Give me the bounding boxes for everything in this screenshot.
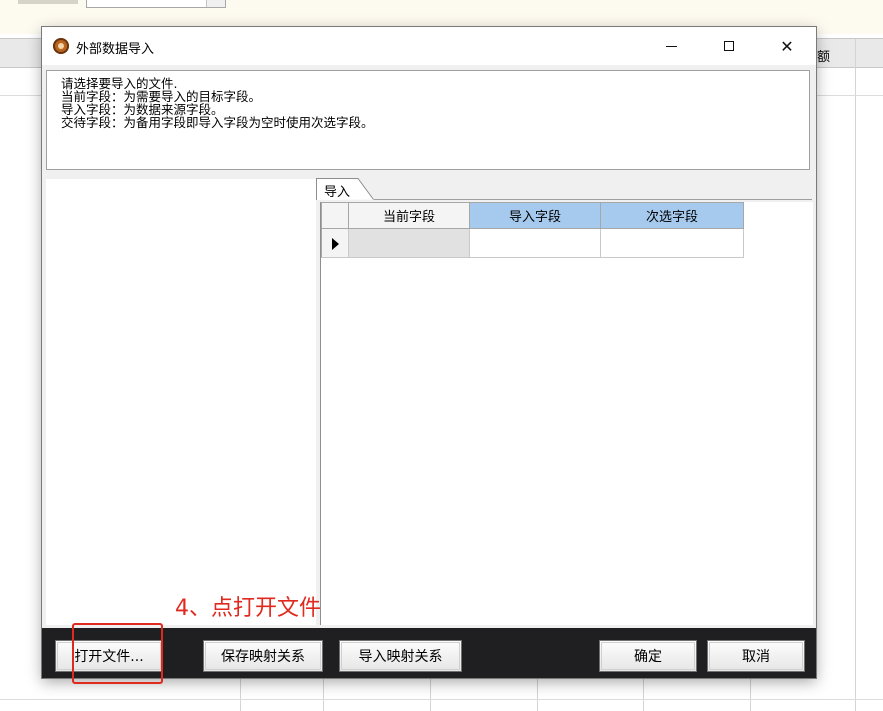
maximize-icon [724, 41, 734, 51]
column-header-current-field[interactable]: 当前字段 [349, 202, 470, 229]
import-mapping-button[interactable]: 导入映射关系 [339, 640, 462, 672]
minimize-button[interactable] [642, 27, 700, 65]
tab-divider [374, 199, 812, 200]
table-row[interactable] [321, 229, 744, 258]
grid-corner-cell [321, 202, 349, 229]
background-column-header: 额 [817, 50, 831, 65]
annotation-label: 4、点打开文件 [175, 596, 321, 621]
cancel-button[interactable]: 取消 [707, 640, 805, 672]
tab-import[interactable]: 导入 [316, 178, 374, 200]
cell-alternate-field[interactable] [601, 229, 744, 258]
instructions-panel: 请选择要导入的文件. 当前字段：为需要导入的目标字段。 导入字段：为数据来源字段… [46, 70, 810, 170]
grid-header-row: 当前字段 导入字段 次选字段 [321, 202, 744, 229]
column-header-alternate-field[interactable]: 次选字段 [601, 202, 744, 229]
instruction-line: 交待字段：为备用字段即导入字段为空时使用次选字段。 [61, 115, 374, 130]
annotation-highlight-box [72, 623, 163, 684]
background-filter-label [18, 0, 78, 4]
save-mapping-button[interactable]: 保存映射关系 [203, 640, 323, 672]
row-indicator-icon[interactable] [321, 229, 349, 258]
close-button[interactable]: ✕ [758, 27, 816, 65]
ok-button[interactable]: 确定 [599, 640, 697, 672]
column-header-import-field[interactable]: 导入字段 [470, 202, 601, 229]
import-dialog: 外部数据导入 ✕ 请选择要导入的文件. 当前字段：为需要导入的目标字段。 导入字… [42, 27, 816, 678]
file-preview-panel[interactable] [46, 179, 316, 625]
app-icon [53, 38, 69, 54]
cell-import-field[interactable] [470, 229, 601, 258]
close-icon: ✕ [780, 36, 794, 56]
background-filter-dropdown[interactable] [86, 0, 226, 8]
dialog-title: 外部数据导入 [76, 42, 155, 57]
field-mapping-grid: 当前字段 导入字段 次选字段 [320, 202, 813, 625]
tab-import-label: 导入 [324, 185, 351, 200]
minimize-icon [665, 45, 677, 47]
cell-current-field[interactable] [349, 229, 470, 258]
dialog-titlebar[interactable]: 外部数据导入 ✕ [42, 27, 816, 65]
maximize-button[interactable] [700, 27, 758, 65]
